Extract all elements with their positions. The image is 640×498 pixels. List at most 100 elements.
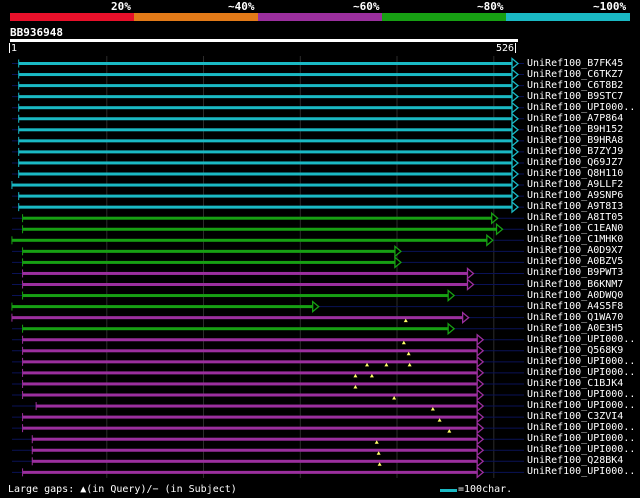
hit-end-arrow-icon: [476, 465, 485, 479]
hit-label[interactable]: UniRef100_UPI000..: [527, 444, 635, 455]
hit-end-arrow-icon: [462, 311, 470, 325]
hit-alignment-bar[interactable]: [18, 128, 514, 132]
hit-alignment-bar[interactable]: [22, 249, 396, 253]
hit-alignment-bar[interactable]: [22, 294, 450, 298]
hit-label[interactable]: UniRef100_A7P864: [527, 113, 623, 124]
hit-end-arrow-icon: [476, 388, 485, 402]
hit-alignment-bar[interactable]: [18, 139, 514, 143]
hit-alignment-bar[interactable]: [22, 338, 479, 342]
hit-alignment-bar[interactable]: [22, 382, 479, 386]
hit-end-arrow-icon: [511, 145, 520, 159]
hit-alignment-bar[interactable]: [11, 316, 464, 320]
hit-label[interactable]: UniRef100_B7ZYJ9: [527, 146, 623, 157]
hit-label[interactable]: UniRef100_UPI000..: [527, 389, 635, 400]
hit-label[interactable]: UniRef100_C1MHK0: [527, 234, 623, 245]
hit-label[interactable]: UniRef100_B7FK45: [527, 58, 623, 69]
hit-alignment-bar[interactable]: [22, 227, 498, 231]
hit-label[interactable]: UniRef100_Q69JZ7: [527, 157, 623, 168]
hit-end-arrow-icon: [476, 366, 485, 380]
hit-label[interactable]: UniRef100_B9STC7: [527, 91, 623, 102]
hit-label[interactable]: UniRef100_B9H152: [527, 124, 623, 135]
hit-alignment-bar[interactable]: [11, 305, 314, 309]
hit-end-arrow-icon: [476, 399, 485, 413]
hit-label[interactable]: UniRef100_UPI000..: [527, 422, 635, 433]
hit-alignment-bar[interactable]: [22, 360, 479, 364]
hit-end-arrow-icon: [495, 222, 504, 236]
hit-label[interactable]: UniRef100_A4S5F8: [527, 301, 623, 312]
hit-label[interactable]: UniRef100_Q1WA70: [527, 312, 623, 323]
hit-alignment-bar[interactable]: [18, 106, 514, 110]
hit-alignment-bar[interactable]: [36, 404, 479, 408]
hit-end-arrow-icon: [476, 410, 485, 424]
hit-label[interactable]: UniRef100_B6KNM7: [527, 279, 623, 290]
hit-label[interactable]: UniRef100_A0DWQ0: [527, 290, 623, 301]
hit-label[interactable]: UniRef100_C1BJK4: [527, 378, 623, 389]
hit-end-arrow-icon: [511, 156, 520, 170]
query-gap-marker-icon: [407, 362, 412, 367]
hit-alignment-bar[interactable]: [22, 327, 450, 331]
hit-alignment-bar[interactable]: [11, 183, 513, 187]
hit-label[interactable]: UniRef100_A9SNP6: [527, 190, 623, 201]
hit-label[interactable]: UniRef100_C1EAN0: [527, 223, 623, 234]
hit-end-arrow-icon: [447, 289, 456, 302]
hit-label[interactable]: UniRef100_Q8H110: [527, 168, 623, 179]
hit-alignment-bar[interactable]: [22, 426, 479, 430]
hit-label[interactable]: UniRef100_B9HRA8: [527, 135, 623, 146]
hit-end-arrow-icon: [511, 200, 520, 214]
hit-label[interactable]: UniRef100_A8IT05: [527, 212, 623, 223]
hit-alignment-bar[interactable]: [22, 216, 493, 220]
hit-alignment-bar[interactable]: [22, 283, 469, 286]
hit-alignment-bar[interactable]: [18, 62, 514, 65]
hit-alignment-bar[interactable]: [22, 260, 396, 264]
hit-label[interactable]: UniRef100_A9T8I3: [527, 201, 623, 212]
hit-alignment-bar[interactable]: [32, 459, 479, 463]
hit-alignment-bar[interactable]: [18, 73, 514, 77]
hit-alignment-bar[interactable]: [18, 150, 514, 154]
hit-alignment-bar[interactable]: [32, 437, 479, 441]
hit-alignment-bar[interactable]: [18, 161, 514, 165]
hit-alignment-bar[interactable]: [18, 84, 514, 88]
hit-label[interactable]: UniRef100_UPI000..: [527, 356, 635, 367]
hit-alignment-bar[interactable]: [22, 470, 479, 474]
hit-label[interactable]: UniRef100_A9LLF2: [527, 179, 623, 190]
hit-label[interactable]: UniRef100_C6T8B2: [527, 80, 623, 91]
hit-alignment-bar[interactable]: [22, 349, 479, 353]
hit-end-arrow-icon: [511, 68, 520, 81]
query-gap-marker-icon: [403, 318, 408, 323]
hit-end-arrow-icon: [476, 355, 485, 369]
hit-alignment-bar[interactable]: [18, 95, 514, 99]
hit-label[interactable]: UniRef100_UPI000..: [527, 334, 635, 345]
hit-alignment-bar[interactable]: [32, 448, 479, 452]
hit-label[interactable]: UniRef100_A0BZV5: [527, 256, 623, 267]
hit-alignment-bar[interactable]: [11, 238, 488, 242]
hit-end-arrow-icon: [476, 454, 485, 468]
hit-label[interactable]: UniRef100_Q568K9: [527, 345, 623, 356]
hit-label[interactable]: UniRef100_UPI000..: [527, 466, 635, 477]
hit-label[interactable]: UniRef100_UPI000..: [527, 367, 635, 378]
hit-label[interactable]: UniRef100_C3ZVI4: [527, 411, 623, 422]
hit-label[interactable]: UniRef100_UPI000..: [527, 102, 635, 113]
hit-end-arrow-icon: [394, 256, 402, 269]
hit-alignment-bar[interactable]: [22, 371, 479, 375]
hit-alignment-bar[interactable]: [22, 415, 479, 419]
hit-alignment-bar[interactable]: [22, 271, 469, 275]
hit-label[interactable]: UniRef100_A0D9X7: [527, 245, 623, 256]
hit-end-arrow-icon: [511, 167, 520, 181]
hit-label[interactable]: UniRef100_UPI000..: [527, 400, 635, 411]
query-gap-marker-icon: [392, 396, 397, 400]
hit-end-arrow-icon: [511, 101, 520, 115]
hit-label[interactable]: UniRef100_B9PWT3: [527, 267, 623, 278]
hit-end-arrow-icon: [476, 344, 485, 358]
hit-alignment-bar[interactable]: [18, 117, 514, 121]
hit-label[interactable]: UniRef100_C6TKZ7: [527, 69, 623, 80]
hit-alignment-bar[interactable]: [22, 393, 479, 397]
hit-label[interactable]: UniRef100_UPI000..: [527, 433, 635, 444]
hit-alignment-bar[interactable]: [18, 172, 514, 176]
hit-end-arrow-icon: [511, 134, 520, 148]
query-gap-marker-icon: [353, 384, 358, 389]
hit-label[interactable]: UniRef100_Q28BK4: [527, 455, 623, 466]
hit-alignment-bar[interactable]: [18, 194, 514, 198]
hit-label[interactable]: UniRef100_A0E3H5: [527, 323, 623, 334]
hit-alignment-bar[interactable]: [18, 205, 514, 209]
query-gap-marker-icon: [437, 418, 442, 422]
